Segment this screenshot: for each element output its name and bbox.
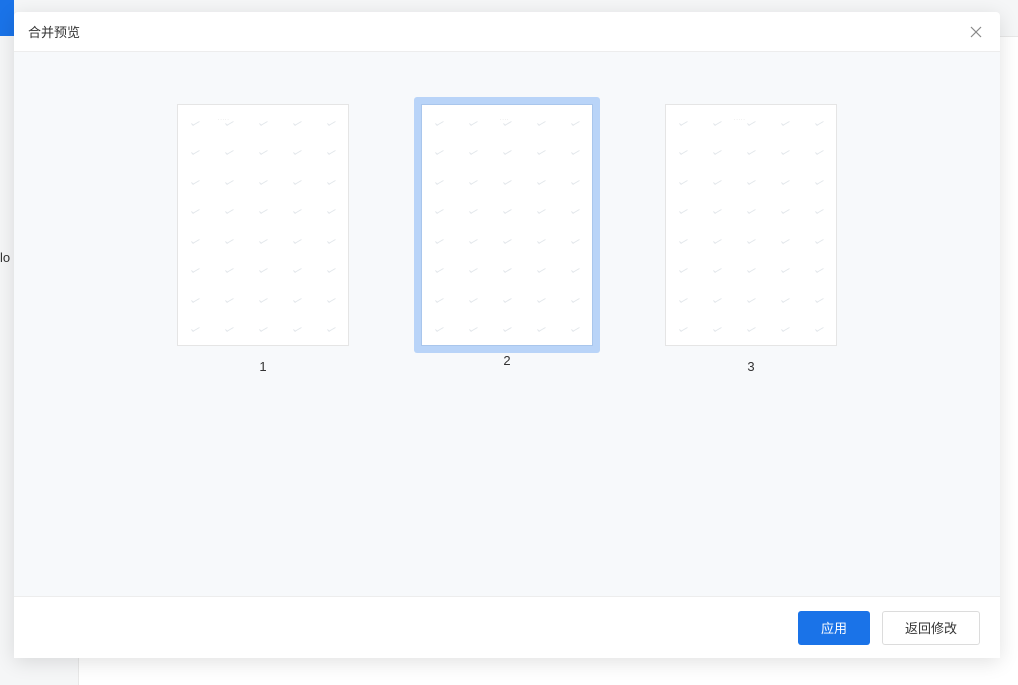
dialog-body: ····· 1 ···· 2 <box>14 52 1000 596</box>
page-thumb-wrapper: ···· <box>414 97 600 353</box>
watermark-layer <box>422 105 592 345</box>
page-thumb-wrapper: ····· <box>170 97 356 353</box>
close-button[interactable] <box>966 22 986 42</box>
page-thumbnail: ····· <box>665 104 837 346</box>
toolbar-accent <box>0 0 14 36</box>
page-number-label: 2 <box>503 353 510 368</box>
page-content: ····· <box>178 105 348 345</box>
dialog-header: 合并预览 <box>14 12 1000 52</box>
dialog-title: 合并预览 <box>28 22 80 41</box>
page-item-1[interactable]: ····· 1 <box>170 97 356 374</box>
page-item-2[interactable]: ···· 2 <box>414 97 600 368</box>
page-thumbnail: ···· <box>421 104 593 346</box>
dialog-footer: 应用 返回修改 <box>14 596 1000 658</box>
back-edit-button[interactable]: 返回修改 <box>882 611 980 645</box>
watermark-layer <box>666 105 836 345</box>
page-number-label: 3 <box>747 359 754 374</box>
page-item-3[interactable]: ····· 3 <box>658 97 844 374</box>
page-thumbnail: ····· <box>177 104 349 346</box>
watermark-layer <box>178 105 348 345</box>
pages-row: ····· 1 ···· 2 <box>34 97 980 374</box>
page-number-label: 1 <box>259 359 266 374</box>
merge-preview-dialog: 合并预览 ····· 1 <box>14 12 1000 658</box>
apply-button[interactable]: 应用 <box>798 611 870 645</box>
page-content: ····· <box>666 105 836 345</box>
bg-text-left: lo <box>0 250 10 265</box>
close-icon <box>970 26 982 38</box>
page-thumb-wrapper: ····· <box>658 97 844 353</box>
page-content: ···· <box>422 105 592 345</box>
